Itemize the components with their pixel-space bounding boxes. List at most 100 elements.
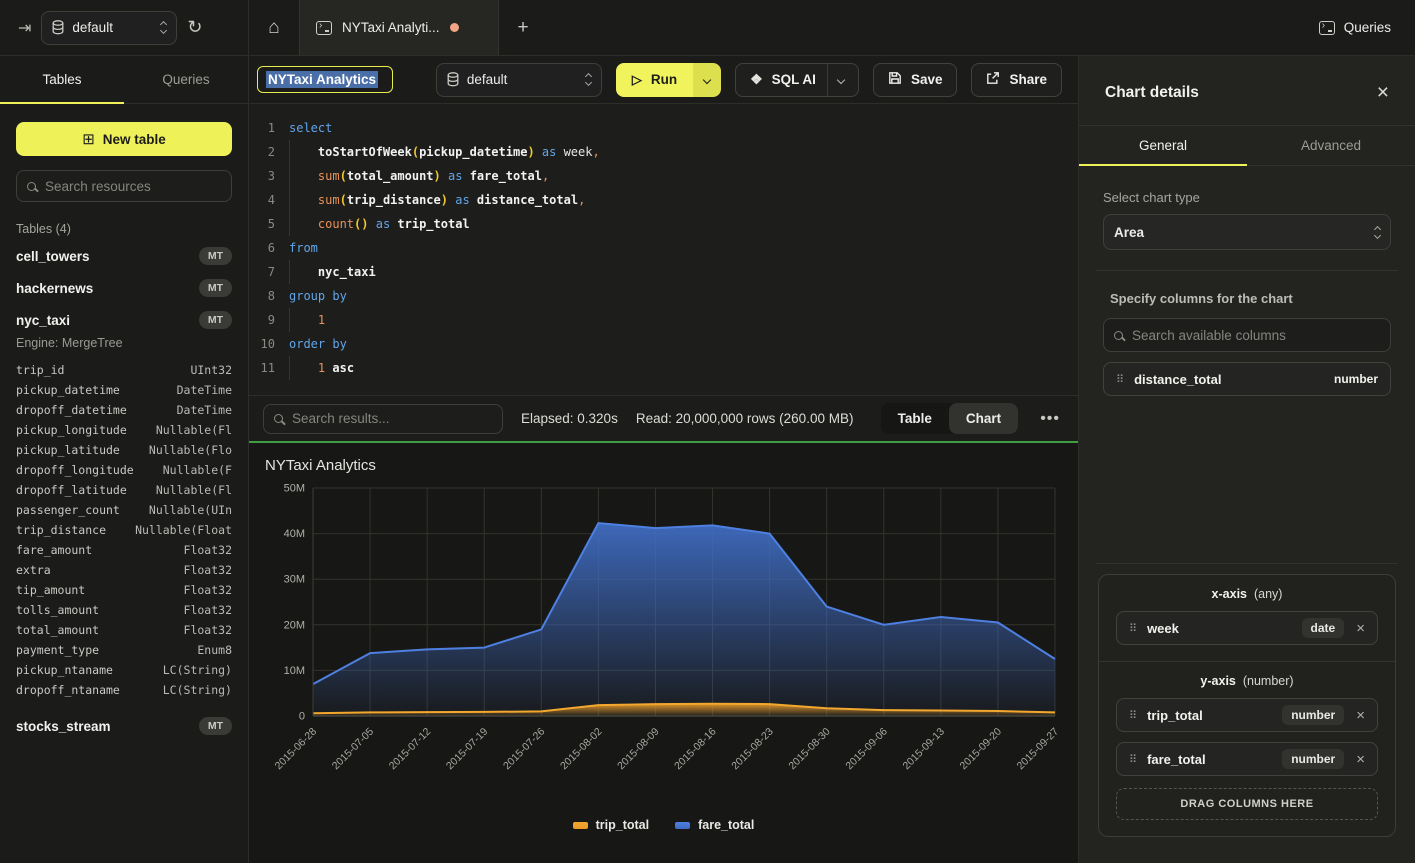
column-row[interactable]: pickup_longitudeNullable(Fl: [16, 420, 232, 440]
table-view-button[interactable]: Table: [881, 403, 949, 434]
svg-text:2015-08-23: 2015-08-23: [729, 726, 776, 773]
code-line[interactable]: 11 1 asc: [249, 356, 1078, 380]
column-row[interactable]: dropoff_ntanameLC(String): [16, 680, 232, 700]
column-item-week[interactable]: ⠿weekdate×: [1116, 611, 1378, 645]
line-number: 5: [249, 212, 285, 236]
code-line[interactable]: 4 sum(trip_distance) as distance_total,: [249, 188, 1078, 212]
tab-advanced[interactable]: Advanced: [1247, 126, 1415, 165]
run-database-selector[interactable]: default: [436, 63, 602, 97]
table-row-cell-towers[interactable]: cell_towers MT: [0, 240, 248, 272]
tab-nytaxi-analytics[interactable]: NYTaxi Analyti...: [299, 0, 499, 55]
results-search-input[interactable]: [292, 411, 492, 426]
sidebar-tab-queries[interactable]: Queries: [124, 56, 248, 103]
chart-type-selector[interactable]: Area: [1103, 214, 1391, 250]
column-row[interactable]: dropoff_latitudeNullable(Fl: [16, 480, 232, 500]
column-row[interactable]: total_amountFloat32: [16, 620, 232, 640]
column-row[interactable]: tip_amountFloat32: [16, 580, 232, 600]
line-number: 3: [249, 164, 285, 188]
sql-editor[interactable]: 1select2 toStartOfWeek(pickup_datetime) …: [249, 104, 1078, 395]
drag-handle-icon[interactable]: ⠿: [1129, 753, 1137, 766]
column-item-distance_total[interactable]: ⠿distance_totalnumber: [1103, 362, 1391, 396]
sidebar-search-input[interactable]: [45, 179, 221, 194]
column-item-fare_total[interactable]: ⠿fare_totalnumber×: [1116, 742, 1378, 776]
column-row[interactable]: fare_amountFloat32: [16, 540, 232, 560]
table-row-nyc-taxi[interactable]: nyc_taxi MT: [0, 304, 248, 336]
save-button[interactable]: Save: [873, 63, 958, 97]
top-bar-right: Queries: [1295, 0, 1415, 55]
column-row[interactable]: dropoff_datetimeDateTime: [16, 400, 232, 420]
column-row[interactable]: trip_distanceNullable(Float: [16, 520, 232, 540]
table-row-stocks-stream[interactable]: stocks_stream MT: [0, 710, 248, 742]
tab-label: NYTaxi Analyti...: [342, 20, 440, 35]
y-axis-section: y-axis (number) ⠿trip_totalnumber×⠿fare_…: [1099, 661, 1395, 836]
new-tab-button[interactable]: +: [499, 0, 547, 55]
queries-button[interactable]: Queries: [1319, 20, 1391, 35]
code-line[interactable]: 7 nyc_taxi: [249, 260, 1078, 284]
column-name: dropoff_ntaname: [16, 680, 120, 700]
table-row-hackernews[interactable]: hackernews MT: [0, 272, 248, 304]
svg-text:2015-07-19: 2015-07-19: [444, 726, 491, 773]
code-lines: 1select2 toStartOfWeek(pickup_datetime) …: [249, 116, 1078, 380]
svg-text:2015-06-28: 2015-06-28: [273, 726, 320, 773]
sidebar-tab-tables[interactable]: Tables: [0, 56, 124, 103]
column-item-trip_total[interactable]: ⠿trip_totalnumber×: [1116, 698, 1378, 732]
run-button[interactable]: ▷ Run: [616, 63, 693, 97]
columns-search: [1103, 318, 1391, 352]
code-line[interactable]: 9 1: [249, 308, 1078, 332]
remove-column-icon[interactable]: ×: [1356, 620, 1365, 637]
column-row[interactable]: dropoff_longitudeNullable(F: [16, 460, 232, 480]
home-button[interactable]: ⌂: [249, 0, 299, 55]
column-row[interactable]: pickup_ntanameLC(String): [16, 660, 232, 680]
column-row[interactable]: pickup_latitudeNullable(Flo: [16, 440, 232, 460]
axes-box: x-axis (any) ⠿weekdate× y-axis (number) …: [1098, 574, 1396, 837]
column-name: trip_id: [16, 360, 64, 380]
database-selector-value: default: [72, 20, 113, 35]
close-icon[interactable]: ×: [1377, 82, 1389, 103]
column-row[interactable]: passenger_countNullable(UIn: [16, 500, 232, 520]
chevron-down-icon: [703, 75, 711, 83]
line-number: 9: [249, 308, 285, 332]
column-row[interactable]: pickup_datetimeDateTime: [16, 380, 232, 400]
remove-column-icon[interactable]: ×: [1356, 751, 1365, 768]
code-line[interactable]: 3 sum(total_amount) as fare_total,: [249, 164, 1078, 188]
drag-handle-icon[interactable]: ⠿: [1116, 373, 1124, 386]
drag-handle-icon[interactable]: ⠿: [1129, 709, 1137, 722]
drop-zone[interactable]: DRAG COLUMNS HERE: [1116, 788, 1378, 820]
column-row[interactable]: trip_idUInt32: [16, 360, 232, 380]
tab-general[interactable]: General: [1079, 126, 1247, 165]
line-number: 4: [249, 188, 285, 212]
refresh-icon[interactable]: ↻: [187, 17, 202, 38]
sidebar: Tables Queries ⊞ New table Tables (4) ce…: [0, 56, 249, 863]
database-selector[interactable]: default: [41, 11, 177, 45]
code-line[interactable]: 6from: [249, 236, 1078, 260]
code-line[interactable]: 10order by: [249, 332, 1078, 356]
drag-handle-icon[interactable]: ⠿: [1129, 622, 1137, 635]
code-line[interactable]: 2 toStartOfWeek(pickup_datetime) as week…: [249, 140, 1078, 164]
engine-badge: MT: [199, 311, 232, 329]
sql-ai-button[interactable]: ❖ SQL AI: [735, 63, 859, 97]
chart-view-button[interactable]: Chart: [949, 403, 1018, 434]
remove-column-icon[interactable]: ×: [1356, 707, 1365, 724]
legend-item-fare_total[interactable]: fare_total: [675, 818, 754, 832]
column-type: Nullable(Fl: [156, 480, 232, 500]
query-title-input[interactable]: NYTaxi Analytics: [257, 66, 393, 93]
y-axis-title: y-axis: [1200, 674, 1235, 688]
more-options-icon[interactable]: •••: [1036, 410, 1064, 428]
legend-item-trip_total[interactable]: trip_total: [573, 818, 649, 832]
results-search: [263, 404, 503, 434]
column-row[interactable]: extraFloat32: [16, 560, 232, 580]
sql-ai-options-button[interactable]: [827, 64, 844, 96]
columns-search-input[interactable]: [1132, 328, 1380, 343]
code-line[interactable]: 5 count() as trip_total: [249, 212, 1078, 236]
panel-header: Chart details ×: [1079, 56, 1415, 126]
divider: [1096, 563, 1398, 564]
line-number: 7: [249, 260, 285, 284]
new-table-button[interactable]: ⊞ New table: [16, 122, 232, 156]
column-row[interactable]: tolls_amountFloat32: [16, 600, 232, 620]
collapse-sidebar-icon[interactable]: ⇥: [18, 18, 31, 38]
code-line[interactable]: 1select: [249, 116, 1078, 140]
code-line[interactable]: 8group by: [249, 284, 1078, 308]
run-options-button[interactable]: [693, 63, 721, 97]
share-button[interactable]: Share: [971, 63, 1062, 97]
column-row[interactable]: payment_typeEnum8: [16, 640, 232, 660]
